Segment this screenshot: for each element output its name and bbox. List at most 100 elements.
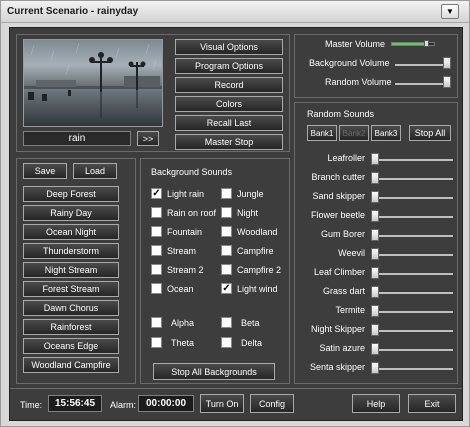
random-sound-slider[interactable] <box>371 273 453 275</box>
random-sound-slider[interactable] <box>371 349 453 351</box>
next-scenario-button[interactable]: >> <box>137 131 159 146</box>
random-sound-slider[interactable] <box>371 368 453 370</box>
fountain-checkbox[interactable] <box>151 226 162 237</box>
program-options-button[interactable]: Program Options <box>175 58 283 74</box>
bank3-button[interactable]: Bank3 <box>371 125 401 141</box>
config-button[interactable]: Config <box>250 394 294 413</box>
turn-on-button[interactable]: Turn On <box>200 394 244 413</box>
random-sound-slider[interactable] <box>371 292 453 294</box>
alarm-field[interactable]: 00:00:00 <box>138 395 194 412</box>
scenario-item[interactable]: Ocean Night <box>23 224 119 240</box>
stop-all-random-button[interactable]: Stop All <box>409 125 451 141</box>
random-volume-label: Random Volume <box>325 77 392 87</box>
random-sound-slider[interactable] <box>371 197 453 199</box>
ocean-checkbox[interactable] <box>151 283 162 294</box>
random-sound-label: Sand skipper <box>312 191 365 201</box>
random-volume-track[interactable] <box>395 83 445 85</box>
random-sound-thumb[interactable] <box>371 343 379 355</box>
theta-checkbox[interactable] <box>151 337 162 348</box>
ocean-label: Ocean <box>167 284 194 294</box>
scenario-item[interactable]: Oceans Edge <box>23 338 119 354</box>
visual-options-button[interactable]: Visual Options <box>175 39 283 55</box>
scenario-name-field[interactable]: rain <box>23 131 131 146</box>
stream-checkbox[interactable] <box>151 245 162 256</box>
master-volume-thumb[interactable] <box>424 40 429 47</box>
scenario-item[interactable]: Woodland Campfire <box>23 357 119 373</box>
woodland-label: Woodland <box>237 227 278 237</box>
time-value: 15:56:45 <box>54 398 96 409</box>
rain-on-roof-checkbox[interactable] <box>151 207 162 218</box>
random-sound-label: Leaf Climber <box>313 267 365 277</box>
random-sound-thumb[interactable] <box>371 305 379 317</box>
colors-button[interactable]: Colors <box>175 96 283 112</box>
random-sound-thumb[interactable] <box>371 286 379 298</box>
background-volume-thumb[interactable] <box>443 57 451 69</box>
bank1-button[interactable]: Bank1 <box>307 125 337 141</box>
random-sound-slider[interactable] <box>371 311 453 313</box>
record-button[interactable]: Record <box>175 77 283 93</box>
random-sound-slider[interactable] <box>371 235 453 237</box>
app-window: Current Scenario - rainyday ▼ rain >> Vi… <box>0 0 470 427</box>
random-sound-label: Leafroller <box>327 153 365 163</box>
random-sound-thumb[interactable] <box>371 172 379 184</box>
random-sound-label: Weevil <box>338 248 365 258</box>
random-sound-slider[interactable] <box>371 178 453 180</box>
campfire-checkbox[interactable] <box>221 245 232 256</box>
scenario-item[interactable]: Forest Stream <box>23 281 119 297</box>
scenario-image <box>23 39 163 127</box>
scenario-item[interactable]: Deep Forest <box>23 186 119 202</box>
night-checkbox[interactable] <box>221 207 232 218</box>
campfire-2-checkbox[interactable] <box>221 264 232 275</box>
random-sound-thumb[interactable] <box>371 191 379 203</box>
fountain-label: Fountain <box>167 227 203 237</box>
alarm-label: Alarm: <box>110 400 137 410</box>
background-volume-track[interactable] <box>395 64 445 66</box>
random-sound-label: Grass dart <box>322 286 365 296</box>
scenario-item[interactable]: Rainforest <box>23 319 119 335</box>
random-sound-label: Branch cutter <box>311 172 365 182</box>
save-button[interactable]: Save <box>23 163 67 179</box>
random-sound-label: Flower beetle <box>310 210 365 220</box>
random-sound-thumb[interactable] <box>371 153 379 165</box>
random-sound-thumb[interactable] <box>371 362 379 374</box>
random-sound-label: Night Skipper <box>310 324 365 334</box>
master-volume-fill <box>392 43 424 45</box>
stop-all-backgrounds-button[interactable]: Stop All Backgrounds <box>153 363 275 380</box>
exit-button[interactable]: Exit <box>408 394 456 413</box>
alpha-checkbox[interactable] <box>151 317 162 328</box>
random-sound-thumb[interactable] <box>371 210 379 222</box>
random-sounds-heading: Random Sounds <box>307 109 375 119</box>
random-sound-thumb[interactable] <box>371 324 379 336</box>
menu-dropdown-button[interactable]: ▼ <box>441 4 459 19</box>
scenario-item[interactable]: Dawn Chorus <box>23 300 119 316</box>
footer-bar: Time: 15:56:45 Alarm: 00:00:00 Turn On C… <box>10 388 462 420</box>
jungle-checkbox[interactable] <box>221 188 232 199</box>
delta-checkbox[interactable] <box>221 337 232 348</box>
scenario-item[interactable]: Thunderstorm <box>23 243 119 259</box>
rain-on-roof-label: Rain on roof <box>167 208 217 218</box>
stream-label: Stream <box>167 246 197 256</box>
help-button[interactable]: Help <box>352 394 400 413</box>
scenario-item[interactable]: Rainy Day <box>23 205 119 221</box>
random-sound-slider[interactable] <box>371 216 453 218</box>
random-sound-slider[interactable] <box>371 330 453 332</box>
bank2-button[interactable]: Bank2 <box>339 125 369 141</box>
background-sounds-heading: Background Sounds <box>151 167 233 177</box>
random-sound-thumb[interactable] <box>371 229 379 241</box>
master-volume-meter[interactable] <box>391 40 435 47</box>
scenario-item[interactable]: Night Stream <box>23 262 119 278</box>
light-wind-checkbox[interactable]: ✓ <box>221 283 232 294</box>
beta-checkbox[interactable] <box>221 317 232 328</box>
master-stop-button[interactable]: Master Stop <box>175 134 283 150</box>
stream-2-label: Stream 2 <box>167 265 204 275</box>
random-sound-thumb[interactable] <box>371 267 379 279</box>
random-sound-slider[interactable] <box>371 254 453 256</box>
load-button[interactable]: Load <box>73 163 117 179</box>
stream-2-checkbox[interactable] <box>151 264 162 275</box>
random-sound-thumb[interactable] <box>371 248 379 260</box>
random-volume-thumb[interactable] <box>443 76 451 88</box>
woodland-checkbox[interactable] <box>221 226 232 237</box>
recall-last-button[interactable]: Recall Last <box>175 115 283 131</box>
light-rain-checkbox[interactable]: ✓ <box>151 188 162 199</box>
random-sound-slider[interactable] <box>371 159 453 161</box>
